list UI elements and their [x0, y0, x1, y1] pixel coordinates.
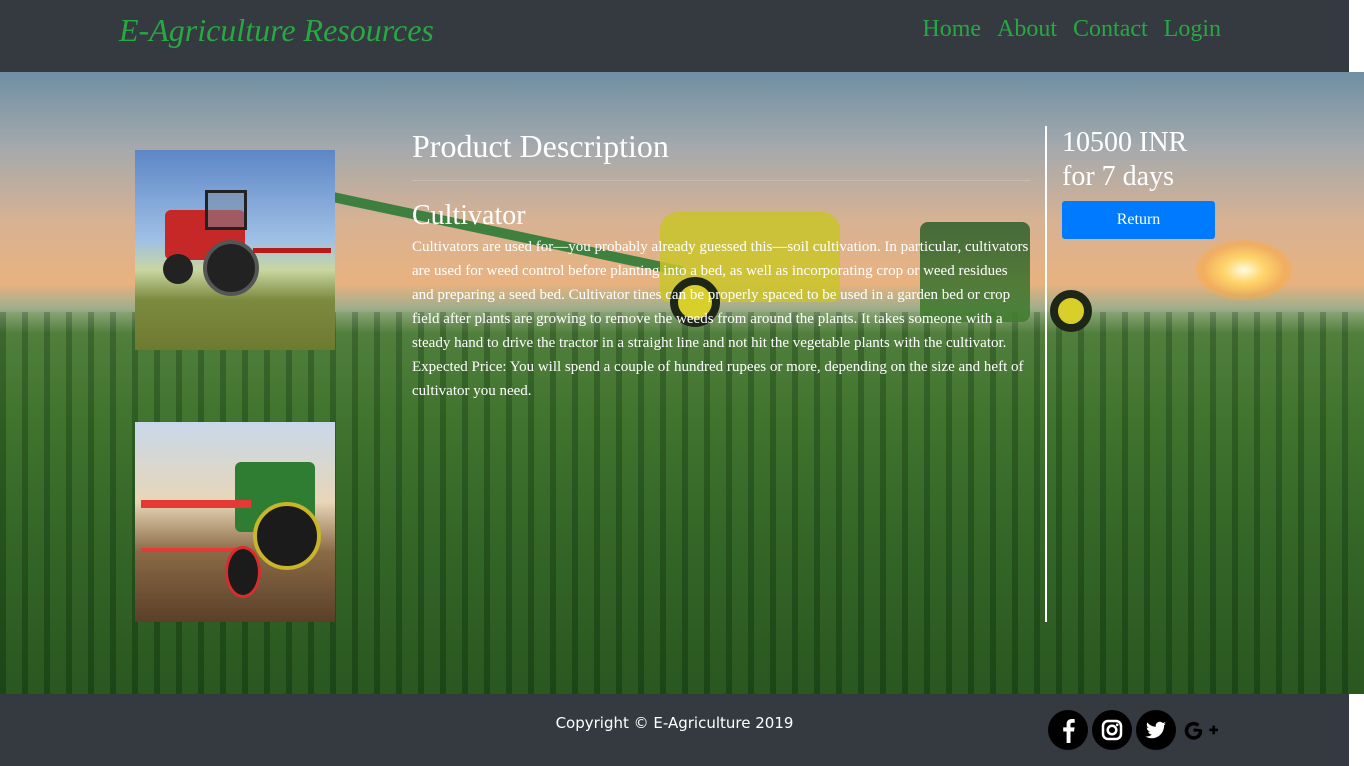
vertical-divider: [1045, 126, 1047, 622]
nav-links: Home About Contact Login: [922, 16, 1221, 43]
section-title: Product Description: [412, 128, 669, 164]
nav-about-link[interactable]: About: [997, 16, 1057, 43]
divider: [412, 180, 1030, 181]
price-amount: 10500 INR: [1062, 127, 1188, 158]
price-block: 10500 INR for 7 days: [1062, 126, 1187, 194]
product-name: Cultivator: [412, 200, 526, 231]
brand-title[interactable]: E-Agriculture Resources: [119, 12, 434, 49]
tractor-wheel: [1050, 290, 1092, 332]
nav-contact-link[interactable]: Contact: [1073, 16, 1148, 43]
instagram-icon[interactable]: [1092, 710, 1132, 750]
return-button[interactable]: Return: [1062, 201, 1215, 239]
nav-home-link[interactable]: Home: [922, 16, 981, 43]
product-image-1: [135, 150, 335, 350]
facebook-icon[interactable]: [1048, 710, 1088, 750]
nav-login-link[interactable]: Login: [1164, 16, 1221, 43]
footer: Copyright © E-Agriculture 2019: [0, 694, 1349, 766]
social-links: [1048, 710, 1224, 750]
top-navbar: E-Agriculture Resources Home About Conta…: [0, 0, 1349, 72]
google-plus-icon[interactable]: [1180, 710, 1224, 750]
product-image-2: [135, 422, 335, 622]
sunset: [1196, 240, 1292, 300]
product-description-text: Cultivators are used for—you probably al…: [412, 239, 1029, 399]
product-description: Product Description Cultivator Cultivato…: [412, 126, 1030, 403]
twitter-icon[interactable]: [1136, 710, 1176, 750]
rental-duration: for 7 days: [1062, 161, 1174, 192]
